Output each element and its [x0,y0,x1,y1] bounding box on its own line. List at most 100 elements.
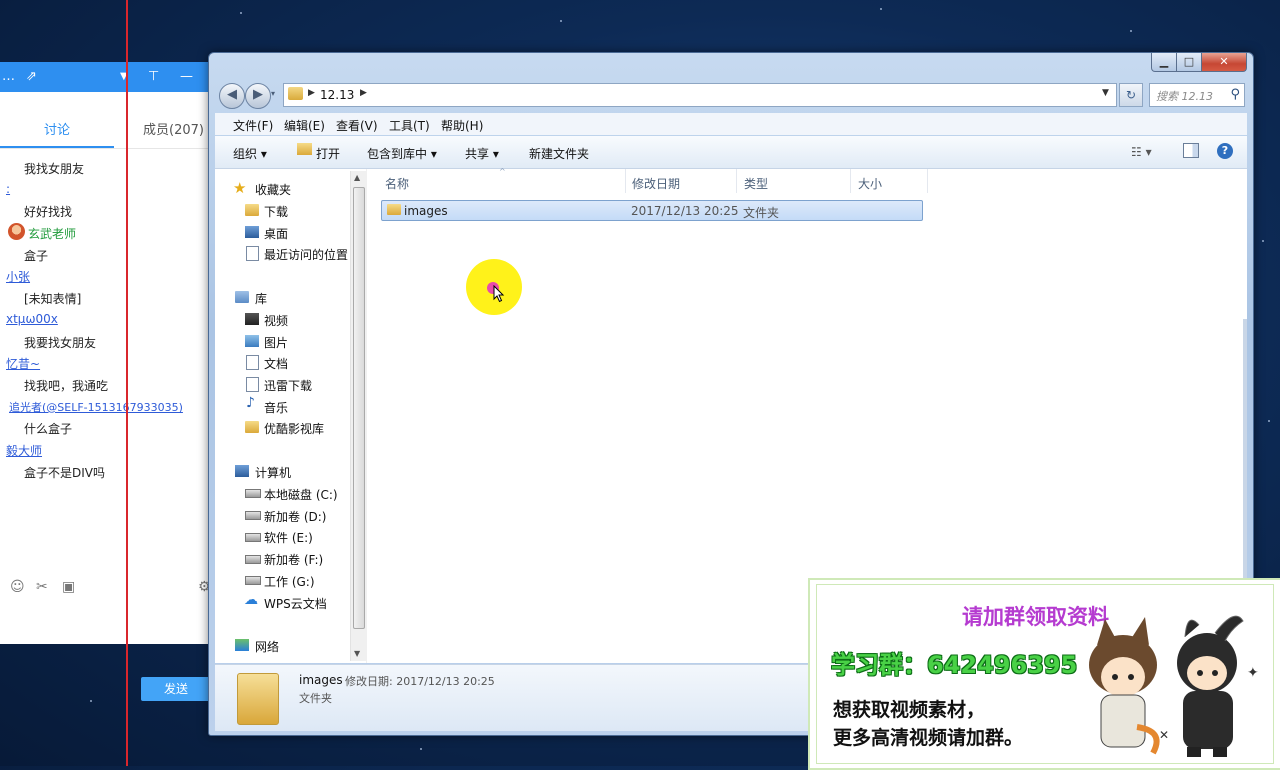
nav-drive-f[interactable]: 新加卷 (F:) [264,551,323,568]
column-name[interactable]: 名称 [385,175,409,192]
nav-wps-cloud[interactable]: WPS云文档 [264,595,327,612]
nav-drive-g[interactable]: 工作 (G:) [264,573,315,590]
minimize-icon[interactable]: — [180,69,193,84]
message-user[interactable]: 小张 [6,268,30,285]
drive-e-icon [245,533,261,542]
preview-pane-icon[interactable] [1183,143,1199,158]
nav-drive-c[interactable]: 本地磁盘 (C:) [264,486,338,503]
favorites-star-icon: ★ [233,179,247,197]
active-tab-indicator [0,146,114,148]
address-bar[interactable]: ▶ 12.13 ▶ ▼ [283,83,1117,107]
message-text: 什么盒子 [24,422,73,436]
pin-icon[interactable]: ⊤ [148,69,159,84]
scroll-up-icon[interactable]: ▲ [354,173,360,182]
nav-libraries[interactable]: 库 [255,290,267,307]
breadcrumb-arrow-icon[interactable]: ▶ [360,88,367,98]
tab-discuss[interactable]: 讨论 [44,119,70,138]
tab-members[interactable]: 成员(207) [143,119,204,138]
nav-videos[interactable]: 视频 [264,312,288,329]
message-user[interactable]: 追光者(@SELF-1513167933035) [9,399,183,415]
view-options-icon[interactable]: ☷ ▾ [1131,145,1152,159]
star [560,20,562,22]
message-user[interactable]: 玄武老师 [28,225,76,242]
include-in-library-button[interactable]: 包含到库中 ▾ [367,145,437,162]
scroll-down-icon[interactable]: ▼ [354,649,360,658]
column-date[interactable]: 修改日期 [632,175,680,192]
nav-recent[interactable]: 最近访问的位置 [264,246,348,263]
menu-file[interactable]: 文件(F) [233,117,273,134]
nav-network[interactable]: 网络 [255,638,279,655]
nav-pictures[interactable]: 图片 [264,334,288,351]
downloads-folder-icon [245,204,259,216]
drive-c-icon [245,489,261,498]
organize-button[interactable]: 组织 ▾ [233,145,267,162]
folder-icon [387,204,401,215]
nav-youku[interactable]: 优酷影视库 [264,420,324,437]
menu-tools[interactable]: 工具(T) [389,117,430,134]
column-divider[interactable] [927,169,928,193]
column-divider[interactable] [736,169,737,193]
forward-button[interactable]: ▶ [245,83,271,109]
back-button[interactable]: ◀ [219,83,245,109]
nav-scrollbar[interactable]: ▲ ▼ [350,171,366,661]
file-row[interactable]: images 2017/12/13 20:25 文件夹 [381,200,923,221]
emoji-icon[interactable]: ☺ [10,579,25,595]
menu-edit[interactable]: 编辑(E) [284,117,325,134]
search-icon[interactable]: ⚲ [1230,87,1240,102]
address-dropdown-icon[interactable]: ▼ [1102,88,1109,98]
message-text: 盒子 [24,249,49,263]
message-user[interactable]: 毅大师 [6,442,42,459]
message-text: 盒子不是DIV吗 [24,466,105,480]
nav-computer[interactable]: 计算机 [255,464,291,481]
open-folder-icon [297,143,312,155]
message-user[interactable]: : [6,182,10,196]
minimize-button[interactable]: ▁ [1151,53,1177,72]
menu-view[interactable]: 查看(V) [336,117,378,134]
column-divider[interactable] [850,169,851,193]
help-icon[interactable]: ? [1217,143,1233,159]
column-type[interactable]: 类型 [744,175,768,192]
message-user[interactable]: xtµω00x [6,312,58,326]
refresh-button[interactable]: ↻ [1119,83,1143,107]
history-dropdown-icon[interactable]: ▾ [271,89,275,98]
share-button[interactable]: 共享 ▾ [465,145,499,162]
share-icon[interactable]: ⇗ [26,69,37,84]
scroll-thumb[interactable] [353,187,365,629]
column-size[interactable]: 大小 [858,175,882,192]
nav-downloads[interactable]: 下载 [264,203,288,220]
nav-music[interactable]: 音乐 [264,399,288,416]
nav-favorites[interactable]: 收藏夹 [255,181,291,198]
maximize-button[interactable]: □ [1176,53,1202,72]
message-user[interactable]: 忆昔~ [6,355,40,372]
drive-f-icon [245,555,261,564]
nav-desktop[interactable]: 桌面 [264,225,288,242]
nav-drive-e[interactable]: 软件 (E:) [264,529,313,546]
nav-documents[interactable]: 文档 [264,355,288,372]
nav-drive-d[interactable]: 新加卷 (D:) [264,508,326,525]
chat-header: … ⇗ ▼ ⊤ — [0,62,214,92]
star [1268,420,1270,422]
large-folder-icon [237,673,279,725]
avatar[interactable] [8,223,25,240]
open-button[interactable]: 打开 [316,145,340,162]
new-folder-button[interactable]: 新建文件夹 [529,145,589,162]
sort-indicator-icon: ^ [499,167,506,176]
promo-banner: 请加群领取资料 学习群：642496395 想获取视频素材， 更多高清视频请加群… [808,578,1280,770]
scissors-icon[interactable]: ✂ [36,579,48,595]
file-name[interactable]: images [404,204,448,218]
image-icon[interactable]: ▣ [62,579,75,595]
nav-thunder-downloads[interactable]: 迅雷下载 [264,377,312,394]
close-button[interactable]: ✕ [1201,53,1247,72]
menu-help[interactable]: 帮助(H) [441,117,483,134]
music-icon: ♪ [246,395,255,411]
chat-window: … ⇗ ▼ ⊤ — 讨论 成员(207) 我找女朋友 : 好好找找 玄武老师 盒… [0,62,214,701]
address-path[interactable]: 12.13 [320,88,354,102]
folder-icon [288,87,303,100]
column-divider[interactable] [625,169,626,193]
network-icon [235,639,249,651]
send-button[interactable]: 发送 [141,677,211,701]
search-input[interactable]: 搜索 12.13 ⚲ [1149,83,1245,107]
breadcrumb-arrow-icon[interactable]: ▶ [308,88,315,98]
promo-frame: 请加群领取资料 学习群：642496395 想获取视频素材， 更多高清视频请加群… [816,584,1274,764]
mouse-cursor-icon [493,285,505,303]
